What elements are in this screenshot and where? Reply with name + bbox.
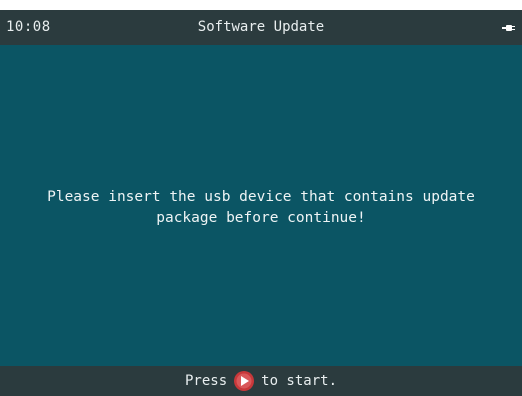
device-frame: 10:08 Software Update Please insert the … [0,0,522,396]
message-line-2: package before continue! [156,210,366,226]
play-button-icon[interactable] [233,370,255,392]
screen-title: Software Update [197,19,325,35]
hint-prefix: Press [184,373,228,389]
bottom-hint-bar: Press to start. [0,366,522,396]
hint-suffix: to start. [261,373,337,389]
update-screen: 10:08 Software Update Please insert the … [0,10,522,396]
battery-charging-icon [502,25,515,31]
status-bar: 10:08 Software Update [0,10,522,45]
message-line-1: Please insert the usb device that contai… [47,189,475,205]
insert-usb-message: Please insert the usb device that contai… [20,187,502,229]
